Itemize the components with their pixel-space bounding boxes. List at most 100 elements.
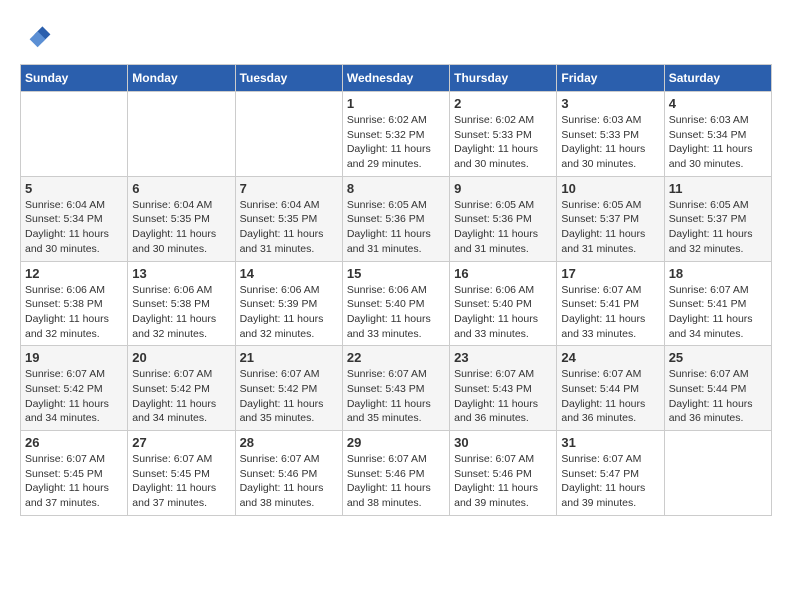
day-number: 5 xyxy=(25,181,123,196)
week-row-2: 5 Sunrise: 6:04 AMSunset: 5:34 PMDaylight… xyxy=(21,176,772,261)
day-info: Sunrise: 6:04 AMSunset: 5:34 PMDaylight:… xyxy=(25,198,123,257)
day-number: 21 xyxy=(240,350,338,365)
day-cell: 5 Sunrise: 6:04 AMSunset: 5:34 PMDaylight… xyxy=(21,176,128,261)
page: SundayMondayTuesdayWednesdayThursdayFrid… xyxy=(0,0,792,526)
day-info: Sunrise: 6:07 AMSunset: 5:43 PMDaylight:… xyxy=(347,367,445,426)
day-cell: 2 Sunrise: 6:02 AMSunset: 5:33 PMDaylight… xyxy=(450,92,557,177)
day-cell: 12 Sunrise: 6:06 AMSunset: 5:38 PMDayligh… xyxy=(21,261,128,346)
day-cell: 17 Sunrise: 6:07 AMSunset: 5:41 PMDayligh… xyxy=(557,261,664,346)
week-row-5: 26 Sunrise: 6:07 AMSunset: 5:45 PMDayligh… xyxy=(21,431,772,516)
day-cell: 7 Sunrise: 6:04 AMSunset: 5:35 PMDaylight… xyxy=(235,176,342,261)
day-info: Sunrise: 6:06 AMSunset: 5:38 PMDaylight:… xyxy=(25,283,123,342)
day-info: Sunrise: 6:07 AMSunset: 5:42 PMDaylight:… xyxy=(240,367,338,426)
day-info: Sunrise: 6:06 AMSunset: 5:39 PMDaylight:… xyxy=(240,283,338,342)
day-number: 18 xyxy=(669,266,767,281)
weekday-header-monday: Monday xyxy=(128,65,235,92)
day-info: Sunrise: 6:07 AMSunset: 5:44 PMDaylight:… xyxy=(669,367,767,426)
day-cell: 8Sunrise: 6:05 AMSunset: 5:36 PMDaylight… xyxy=(342,176,449,261)
day-info: Sunrise: 6:05 AMSunset: 5:37 PMDaylight:… xyxy=(669,198,767,257)
day-cell xyxy=(235,92,342,177)
day-info: Sunrise: 6:06 AMSunset: 5:38 PMDaylight:… xyxy=(132,283,230,342)
day-number: 16 xyxy=(454,266,552,281)
day-info: Sunrise: 6:07 AMSunset: 5:45 PMDaylight:… xyxy=(25,452,123,511)
weekday-header-saturday: Saturday xyxy=(664,65,771,92)
day-info: Sunrise: 6:06 AMSunset: 5:40 PMDaylight:… xyxy=(347,283,445,342)
day-number: 7 xyxy=(240,181,338,196)
day-number: 15 xyxy=(347,266,445,281)
day-cell: 3 Sunrise: 6:03 AMSunset: 5:33 PMDaylight… xyxy=(557,92,664,177)
day-cell: 27 Sunrise: 6:07 AMSunset: 5:45 PMDayligh… xyxy=(128,431,235,516)
day-number: 28 xyxy=(240,435,338,450)
day-info: Sunrise: 6:07 AMSunset: 5:42 PMDaylight:… xyxy=(132,367,230,426)
day-info: Sunrise: 6:07 AMSunset: 5:45 PMDaylight:… xyxy=(132,452,230,511)
day-info: Sunrise: 6:06 AMSunset: 5:40 PMDaylight:… xyxy=(454,283,552,342)
day-info: Sunrise: 6:07 AMSunset: 5:46 PMDaylight:… xyxy=(454,452,552,511)
day-number: 2 xyxy=(454,96,552,111)
day-number: 23 xyxy=(454,350,552,365)
day-number: 10 xyxy=(561,181,659,196)
week-row-3: 12 Sunrise: 6:06 AMSunset: 5:38 PMDayligh… xyxy=(21,261,772,346)
day-cell: 20 Sunrise: 6:07 AMSunset: 5:42 PMDayligh… xyxy=(128,346,235,431)
day-info: Sunrise: 6:05 AMSunset: 5:36 PMDaylight:… xyxy=(454,198,552,257)
day-info: Sunrise: 6:07 AMSunset: 5:47 PMDaylight:… xyxy=(561,452,659,511)
day-info: Sunrise: 6:02 AMSunset: 5:32 PMDaylight:… xyxy=(347,113,445,172)
day-number: 4 xyxy=(669,96,767,111)
day-number: 3 xyxy=(561,96,659,111)
day-number: 27 xyxy=(132,435,230,450)
day-info: Sunrise: 6:07 AMSunset: 5:41 PMDaylight:… xyxy=(561,283,659,342)
day-cell: 25 Sunrise: 6:07 AMSunset: 5:44 PMDayligh… xyxy=(664,346,771,431)
day-info: Sunrise: 6:05 AMSunset: 5:37 PMDaylight:… xyxy=(561,198,659,257)
day-number: 25 xyxy=(669,350,767,365)
weekday-header-friday: Friday xyxy=(557,65,664,92)
week-row-4: 19 Sunrise: 6:07 AMSunset: 5:42 PMDayligh… xyxy=(21,346,772,431)
day-cell: 14 Sunrise: 6:06 AMSunset: 5:39 PMDayligh… xyxy=(235,261,342,346)
day-number: 20 xyxy=(132,350,230,365)
day-number: 8 xyxy=(347,181,445,196)
logo xyxy=(20,20,56,52)
day-number: 19 xyxy=(25,350,123,365)
day-info: Sunrise: 6:02 AMSunset: 5:33 PMDaylight:… xyxy=(454,113,552,172)
day-number: 14 xyxy=(240,266,338,281)
day-cell: 28Sunrise: 6:07 AMSunset: 5:46 PMDayligh… xyxy=(235,431,342,516)
day-info: Sunrise: 6:03 AMSunset: 5:33 PMDaylight:… xyxy=(561,113,659,172)
day-cell: 4 Sunrise: 6:03 AMSunset: 5:34 PMDaylight… xyxy=(664,92,771,177)
day-cell xyxy=(21,92,128,177)
weekday-header-row: SundayMondayTuesdayWednesdayThursdayFrid… xyxy=(21,65,772,92)
day-info: Sunrise: 6:07 AMSunset: 5:44 PMDaylight:… xyxy=(561,367,659,426)
day-cell: 11 Sunrise: 6:05 AMSunset: 5:37 PMDayligh… xyxy=(664,176,771,261)
day-number: 26 xyxy=(25,435,123,450)
day-cell: 26 Sunrise: 6:07 AMSunset: 5:45 PMDayligh… xyxy=(21,431,128,516)
day-cell: 1 Sunrise: 6:02 AMSunset: 5:32 PMDaylight… xyxy=(342,92,449,177)
day-number: 9 xyxy=(454,181,552,196)
day-number: 12 xyxy=(25,266,123,281)
day-cell: 24 Sunrise: 6:07 AMSunset: 5:44 PMDayligh… xyxy=(557,346,664,431)
day-number: 1 xyxy=(347,96,445,111)
day-cell xyxy=(128,92,235,177)
header xyxy=(20,20,772,52)
calendar-table: SundayMondayTuesdayWednesdayThursdayFrid… xyxy=(20,64,772,516)
week-row-1: 1 Sunrise: 6:02 AMSunset: 5:32 PMDaylight… xyxy=(21,92,772,177)
logo-icon xyxy=(20,20,52,52)
day-number: 13 xyxy=(132,266,230,281)
day-number: 29 xyxy=(347,435,445,450)
day-info: Sunrise: 6:03 AMSunset: 5:34 PMDaylight:… xyxy=(669,113,767,172)
day-cell: 22 Sunrise: 6:07 AMSunset: 5:43 PMDayligh… xyxy=(342,346,449,431)
day-info: Sunrise: 6:07 AMSunset: 5:46 PMDaylight:… xyxy=(347,452,445,511)
day-number: 11 xyxy=(669,181,767,196)
day-info: Sunrise: 6:07 AMSunset: 5:42 PMDaylight:… xyxy=(25,367,123,426)
weekday-header-tuesday: Tuesday xyxy=(235,65,342,92)
day-cell: 10 Sunrise: 6:05 AMSunset: 5:37 PMDayligh… xyxy=(557,176,664,261)
day-info: Sunrise: 6:04 AMSunset: 5:35 PMDaylight:… xyxy=(240,198,338,257)
day-cell: 30Sunrise: 6:07 AMSunset: 5:46 PMDayligh… xyxy=(450,431,557,516)
day-cell: 9 Sunrise: 6:05 AMSunset: 5:36 PMDaylight… xyxy=(450,176,557,261)
day-number: 22 xyxy=(347,350,445,365)
day-number: 17 xyxy=(561,266,659,281)
day-cell: 16 Sunrise: 6:06 AMSunset: 5:40 PMDayligh… xyxy=(450,261,557,346)
day-cell: 15 Sunrise: 6:06 AMSunset: 5:40 PMDayligh… xyxy=(342,261,449,346)
weekday-header-thursday: Thursday xyxy=(450,65,557,92)
day-cell: 23Sunrise: 6:07 AMSunset: 5:43 PMDayligh… xyxy=(450,346,557,431)
day-number: 24 xyxy=(561,350,659,365)
weekday-header-wednesday: Wednesday xyxy=(342,65,449,92)
day-cell: 29 Sunrise: 6:07 AMSunset: 5:46 PMDayligh… xyxy=(342,431,449,516)
day-cell: 18Sunrise: 6:07 AMSunset: 5:41 PMDayligh… xyxy=(664,261,771,346)
